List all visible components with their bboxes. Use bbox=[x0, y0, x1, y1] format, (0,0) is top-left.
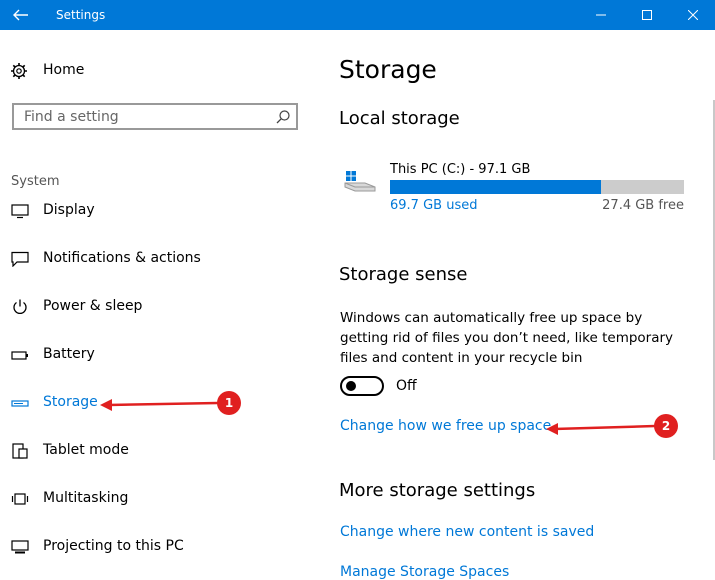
projecting-icon bbox=[11, 540, 29, 554]
search-placeholder: Find a setting bbox=[24, 109, 119, 125]
minimize-icon bbox=[596, 14, 606, 16]
sidebar-item-display[interactable]: Display bbox=[0, 196, 320, 226]
title-bar: Settings bbox=[0, 0, 715, 30]
battery-icon bbox=[11, 351, 28, 360]
close-icon bbox=[688, 10, 698, 20]
storage-usage-bar[interactable] bbox=[390, 180, 684, 194]
sidebar-item-tablet-mode[interactable]: Tablet mode bbox=[0, 436, 320, 466]
sidebar-item-label: Tablet mode bbox=[43, 442, 129, 458]
used-space-label[interactable]: 69.7 GB used bbox=[390, 198, 477, 213]
sidebar-item-multitasking[interactable]: Multitasking bbox=[0, 484, 320, 514]
change-new-content-link[interactable]: Change where new content is saved bbox=[340, 524, 594, 540]
sidebar-item-storage[interactable]: Storage bbox=[0, 388, 320, 418]
gear-icon bbox=[11, 63, 27, 79]
home-label: Home bbox=[43, 62, 85, 78]
minimize-button[interactable] bbox=[578, 0, 624, 30]
drive-name[interactable]: This PC (C:) - 97.1 GB bbox=[390, 162, 530, 177]
maximize-button[interactable] bbox=[624, 0, 670, 30]
notifications-icon bbox=[11, 251, 29, 267]
sidebar-item-label: Multitasking bbox=[43, 490, 129, 506]
storage-sense-toggle[interactable] bbox=[340, 376, 384, 396]
annotation-badge-1: 1 bbox=[217, 391, 241, 415]
storage-used-fill bbox=[390, 180, 602, 194]
storage-sense-heading: Storage sense bbox=[339, 264, 468, 285]
page-title: Storage bbox=[339, 55, 437, 84]
multitasking-icon bbox=[11, 493, 29, 505]
local-storage-heading: Local storage bbox=[339, 108, 460, 129]
free-space-label: 27.4 GB free bbox=[602, 198, 684, 213]
annotation-badge-2: 2 bbox=[654, 414, 678, 438]
section-heading-system: System bbox=[11, 174, 60, 189]
sidebar-item-label: Battery bbox=[43, 346, 95, 362]
sidebar-item-power[interactable]: Power & sleep bbox=[0, 292, 320, 322]
tablet-mode-icon bbox=[12, 443, 28, 459]
toggle-knob bbox=[346, 381, 356, 391]
back-arrow-icon bbox=[13, 9, 28, 21]
annotation-arrow-2 bbox=[553, 424, 656, 431]
toggle-state-label: Off bbox=[396, 378, 417, 394]
back-button[interactable] bbox=[0, 0, 42, 30]
sidebar-item-battery[interactable]: Battery bbox=[0, 340, 320, 370]
sidebar-item-label: Display bbox=[43, 202, 95, 218]
search-input[interactable]: Find a setting bbox=[12, 103, 298, 130]
storage-icon bbox=[11, 400, 29, 407]
storage-sense-description: Windows can automatically free up space … bbox=[340, 310, 674, 366]
change-free-up-space-link[interactable]: Change how we free up space bbox=[340, 418, 551, 434]
manage-storage-spaces-link[interactable]: Manage Storage Spaces bbox=[340, 564, 509, 580]
sidebar-item-label: Power & sleep bbox=[43, 298, 143, 314]
sidebar-item-projecting[interactable]: Projecting to this PC bbox=[0, 532, 320, 562]
sidebar-item-label: Notifications & actions bbox=[43, 250, 201, 266]
power-icon bbox=[13, 299, 27, 314]
home-link[interactable]: Home bbox=[0, 56, 320, 86]
window-title: Settings bbox=[56, 8, 106, 22]
sidebar-item-label: Projecting to this PC bbox=[43, 538, 184, 554]
maximize-icon bbox=[642, 10, 652, 20]
sidebar-item-notifications[interactable]: Notifications & actions bbox=[0, 244, 320, 274]
drive-icon[interactable] bbox=[343, 169, 377, 193]
display-icon bbox=[11, 204, 29, 219]
close-button[interactable] bbox=[670, 0, 715, 30]
search-icon bbox=[276, 110, 290, 124]
more-storage-settings-heading: More storage settings bbox=[339, 480, 536, 501]
sidebar-item-label: Storage bbox=[43, 394, 98, 410]
